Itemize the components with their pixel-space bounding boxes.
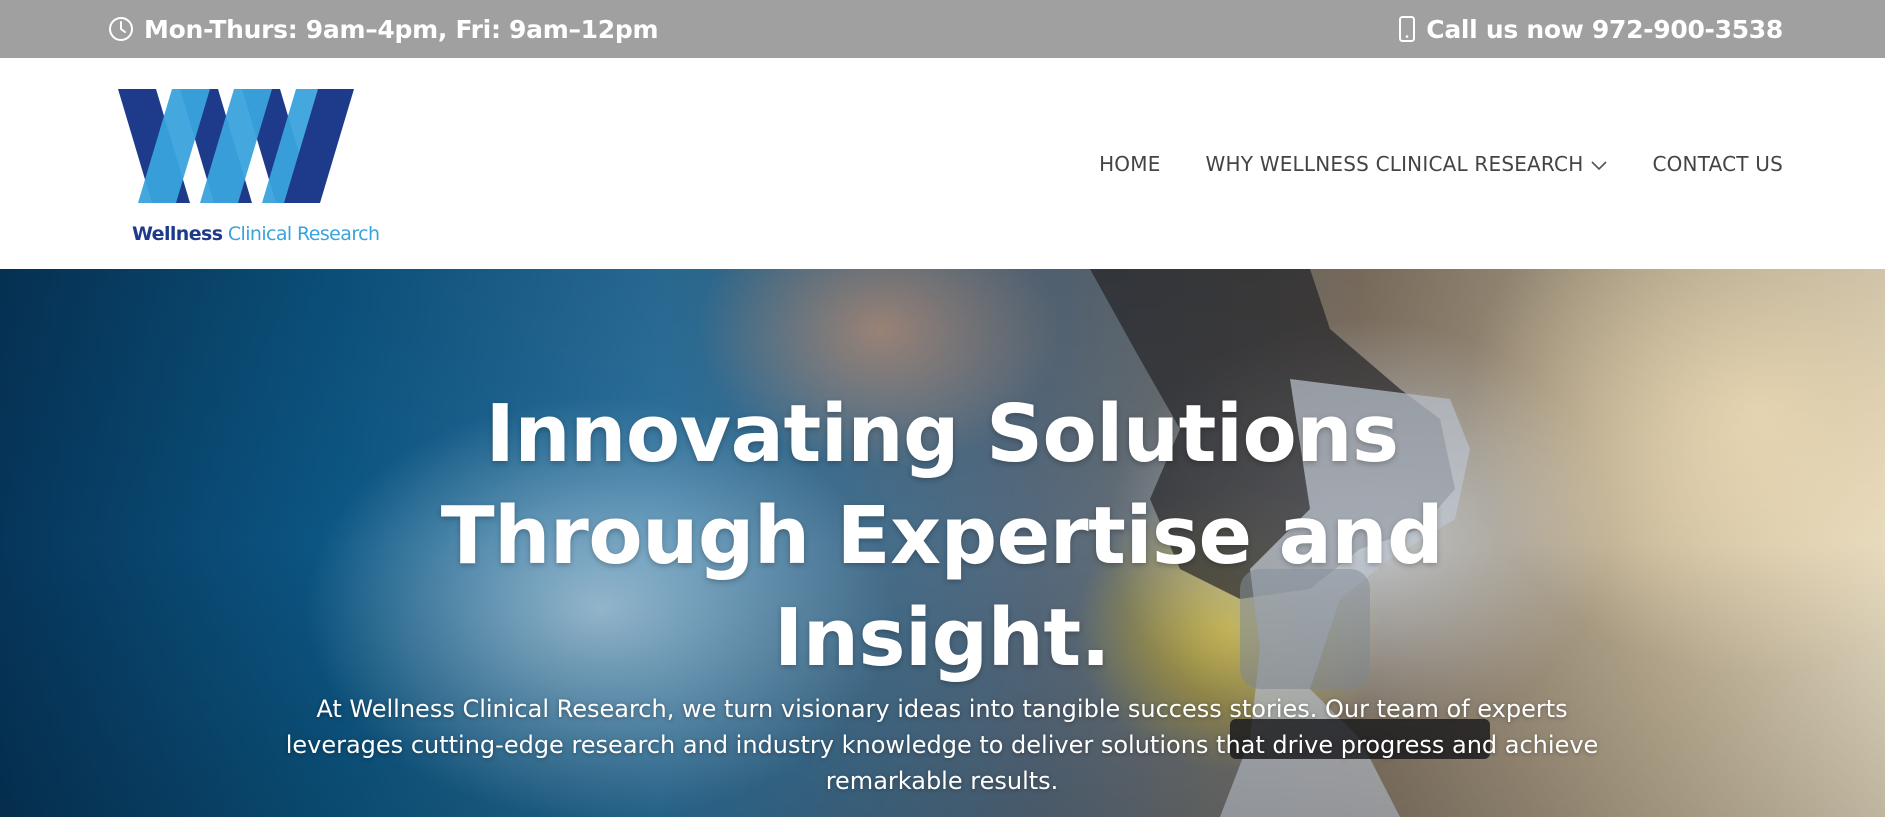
phone-text: Call us now 972-900-3538 xyxy=(1426,14,1783,44)
chevron-down-icon xyxy=(1591,152,1608,176)
business-hours-text: Mon-Thurs: 9am–4pm, Fri: 9am–12pm xyxy=(144,14,659,44)
site-logo[interactable]: Wellness Clinical Research xyxy=(118,88,380,245)
phone-link[interactable]: Call us now 972-900-3538 xyxy=(1398,15,1783,44)
mobile-phone-icon xyxy=(1398,16,1416,42)
clock-icon xyxy=(108,16,134,42)
site-header: Wellness Clinical Research HOME WHY WELL… xyxy=(0,58,1885,269)
hero-section: Innovating Solutions Through Expertise a… xyxy=(0,269,1885,817)
nav-item-contact-us[interactable]: CONTACT US xyxy=(1652,152,1783,176)
top-info-bar: Mon-Thurs: 9am–4pm, Fri: 9am–12pm Call u… xyxy=(0,0,1885,58)
logo-mark xyxy=(118,88,354,203)
nav-item-home[interactable]: HOME xyxy=(1099,152,1160,176)
logo-wordmark: Wellness Clinical Research xyxy=(132,222,380,245)
nav-item-why-wellness[interactable]: WHY WELLNESS CLINICAL RESEARCH xyxy=(1206,152,1608,176)
hero-title: Innovating Solutions Through Expertise a… xyxy=(440,388,1444,684)
business-hours: Mon-Thurs: 9am–4pm, Fri: 9am–12pm xyxy=(108,14,659,44)
main-navigation: HOME WHY WELLNESS CLINICAL RESEARCH CONT… xyxy=(1099,152,1783,176)
hero-subtitle: At Wellness Clinical Research, we turn v… xyxy=(285,695,1599,795)
